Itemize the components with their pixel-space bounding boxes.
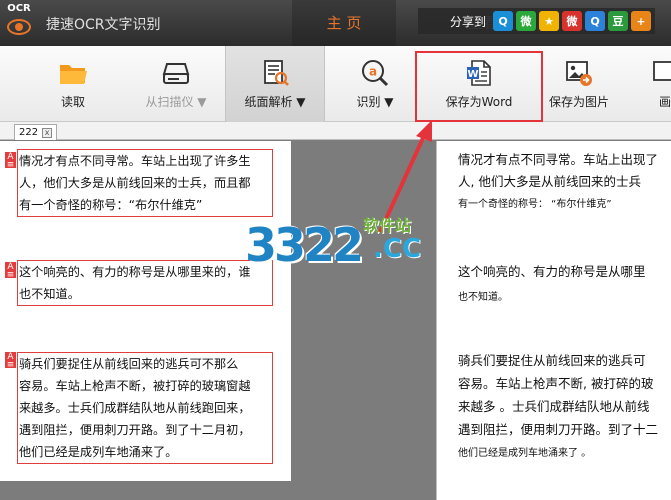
analyze-button[interactable]: 纸面解析 ▼: [225, 46, 325, 122]
paint-button[interactable]: 画: [645, 46, 671, 122]
result-line: 人, 他们大多是从前线回来的士兵: [458, 174, 641, 189]
result-line: 容易。车站上枪声不断, 被打碎的玻: [458, 376, 654, 391]
douban-icon[interactable]: 豆: [608, 11, 629, 31]
share-label: 分享到: [450, 14, 487, 29]
scanner-button[interactable]: 从扫描仪 ▼: [130, 46, 222, 122]
result-line: 也不知道。: [458, 292, 508, 303]
document-tab-bar: 222 x: [0, 122, 671, 140]
analyze-label: 纸面解析 ▼: [244, 95, 306, 109]
text-block[interactable]: 骑兵们要捉住从前线回来的逃兵可不那么 容易。车站上枪声不断，被打碎的玻璃窗越 来…: [17, 352, 273, 464]
qzone-icon[interactable]: ★: [539, 11, 560, 31]
app-window: OCR 捷速OCR文字识别 主 页 查看 分享到 Q微★微Q豆+ 读取 从: [0, 0, 671, 500]
block-line: 情况才有点不同寻常。车站上出现了许多生: [19, 154, 251, 168]
weibo-icon[interactable]: 微: [562, 11, 583, 31]
image-save-icon: [566, 61, 592, 86]
block-line: 遇到阻拦，便用刺刀开路。到了十二月初，: [19, 423, 251, 437]
result-line: 来越多 。士兵们成群结队地从前线: [458, 399, 650, 414]
save-image-button[interactable]: 保存为图片: [541, 46, 617, 122]
app-logo: OCR: [4, 3, 34, 41]
watermark-domain: .CC: [373, 234, 422, 264]
result-line: 他们已经是成列车地涌来了 。: [458, 448, 592, 459]
wechat-icon[interactable]: 微: [516, 11, 537, 31]
block-line: 容易。车站上枪声不断，被打碎的玻璃窗越: [19, 379, 251, 393]
watermark-number: 3322: [245, 218, 364, 272]
text-block[interactable]: 情况才有点不同寻常。车站上出现了许多生 人，他们大多是从前线回来的士兵，而且都 …: [17, 149, 273, 217]
more-icon[interactable]: +: [631, 11, 652, 31]
app-title: 捷速OCR文字识别: [46, 17, 161, 33]
source-page: A ≡ 情况才有点不同寻常。车站上出现了许多生 人，他们大多是从前线回来的士兵，而…: [0, 141, 291, 481]
scanner-icon: [162, 63, 190, 84]
read-label: 读取: [60, 95, 85, 109]
text-block-marker[interactable]: A ≡: [5, 262, 16, 280]
text-block[interactable]: 这个响亮的、有力的称号是从哪里来的，谁 也不知道。: [17, 260, 273, 306]
block-line: 有一个奇怪的称号：“布尔什维克”: [19, 198, 203, 212]
toolbar: 读取 从扫描仪 ▼ 纸面解析 ▼ a 识别 ▼ W 保存为Word 保存为图片 …: [0, 46, 671, 122]
recognize-icon: a: [362, 60, 389, 87]
result-line: 遇到阻拦，便用刺刀开路。到了十二: [458, 422, 659, 437]
block-line: 也不知道。: [19, 287, 80, 301]
watermark-logo: 软件站 3322 .CC: [245, 210, 435, 280]
qq-weibo-icon[interactable]: Q: [585, 11, 606, 31]
paint-label: 画: [658, 95, 671, 109]
block-line: 骑兵们要捉住从前线回来的逃兵可不那么: [19, 357, 239, 371]
block-line: 这个响亮的、有力的称号是从哪里来的，谁: [19, 265, 251, 279]
block-line: 来越多。士兵们成群结队地从前线跑回来，: [19, 401, 251, 415]
share-bar: 分享到 Q 微 ★ 微 Q 豆 +: [418, 8, 656, 34]
text-block-marker[interactable]: A ≡: [5, 352, 16, 370]
scanner-label: 从扫描仪 ▼: [145, 95, 207, 109]
result-line: 有一个奇怪的称号： “布尔什维克”: [458, 199, 612, 210]
result-line: 骑兵们要捉住从前线回来的逃兵可: [458, 353, 646, 368]
block-line: 人，他们大多是从前线回来的士兵，而且都: [19, 176, 251, 190]
document-magnifier-icon: [264, 60, 289, 86]
recognize-label: 识别 ▼: [356, 95, 394, 109]
result-page: 情况才有点不同寻常。车站上出现了 人, 他们大多是从前线回来的士兵 有一个奇怪的…: [436, 141, 671, 500]
document-tab-label: 222: [19, 126, 39, 138]
paint-icon: [653, 61, 671, 81]
result-line: 这个响亮的、有力的称号是从哪里: [458, 264, 646, 279]
recognize-button[interactable]: a 识别 ▼: [340, 46, 410, 122]
eye-pupil: [15, 23, 23, 31]
close-icon[interactable]: x: [42, 127, 53, 138]
watermark-site: 软件站: [363, 216, 412, 235]
save-image-label: 保存为图片: [548, 95, 609, 109]
qq-icon[interactable]: Q: [493, 11, 514, 31]
save-word-highlight: [415, 51, 543, 122]
read-button[interactable]: 读取: [40, 46, 106, 122]
tab-home[interactable]: 主 页: [292, 0, 396, 46]
text-block-marker[interactable]: A ≡: [5, 152, 16, 170]
folder-open-icon: [60, 65, 87, 84]
svg-text:a: a: [369, 65, 377, 79]
block-line: 他们已经是成列车地涌来了。: [19, 445, 178, 459]
document-tab[interactable]: 222 x: [14, 124, 58, 140]
result-line: 情况才有点不同寻常。车站上出现了: [458, 152, 659, 167]
page-gap: [291, 141, 436, 500]
logo-text: OCR: [7, 3, 31, 14]
title-bar: OCR 捷速OCR文字识别 主 页 查看 分享到 Q微★微Q豆+: [0, 0, 671, 46]
